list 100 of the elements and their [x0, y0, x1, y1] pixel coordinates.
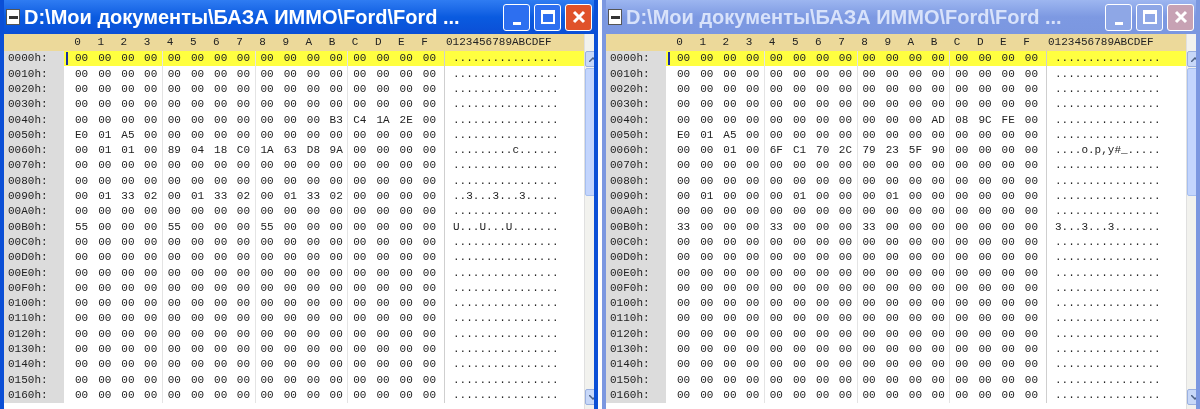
maximize-button[interactable] [1136, 3, 1163, 31]
hex-byte: 00 [699, 372, 715, 388]
hex-byte: 00 [97, 250, 113, 266]
hex-byte: 00 [189, 82, 206, 97]
hex-byte: 00 [722, 219, 738, 235]
hex-byte: 00 [861, 372, 877, 388]
hex-byte: 00 [74, 311, 90, 327]
close-button[interactable] [1167, 3, 1194, 31]
hex-byte: 00 [884, 296, 900, 312]
hex-byte: 00 [259, 326, 275, 342]
hex-byte: 00 [282, 112, 298, 128]
hex-byte: 00 [884, 66, 900, 82]
hex-byte: 00 [884, 204, 900, 220]
column-label: 2 [119, 35, 129, 51]
hex-byte: 00 [166, 250, 182, 266]
hex-byte: 00 [907, 280, 924, 296]
hex-byte: 00 [97, 234, 113, 250]
hex-byte: 00 [1000, 372, 1016, 388]
hex-byte: 00 [375, 204, 391, 220]
hex-byte: 00 [375, 189, 391, 204]
caret-up-icon [1190, 56, 1196, 62]
hex-byte: 00 [884, 265, 900, 281]
column-label: A [304, 35, 314, 51]
hex-byte: 00 [305, 82, 322, 97]
close-button[interactable] [565, 3, 592, 31]
hex-byte: 00 [722, 234, 738, 250]
hex-byte: 1A [259, 143, 275, 159]
hex-byte: 00 [421, 296, 437, 312]
hex-byte: 00 [305, 51, 322, 67]
hex-byte: 00 [305, 66, 322, 82]
hex-byte: 00 [375, 82, 391, 97]
hex-byte: 00 [74, 158, 90, 174]
hex-byte: 00 [213, 326, 229, 342]
hex-byte: 00 [421, 326, 437, 342]
hex-byte: 00 [791, 296, 808, 312]
hex-byte: 00 [74, 173, 90, 189]
hex-byte: 00 [1000, 387, 1016, 403]
hex-byte: 00 [74, 296, 90, 312]
hex-byte: 00 [282, 311, 298, 327]
hex-byte: 33 [768, 219, 784, 235]
hex-byte: 00 [1000, 189, 1016, 204]
hex-byte: 00 [1023, 326, 1039, 342]
hex-byte: 00 [305, 265, 322, 281]
hex-byte: 00 [97, 265, 113, 281]
row-offset: 0000h: [606, 51, 666, 67]
column-label: 0 [675, 35, 684, 51]
hex-byte: 00 [884, 311, 900, 327]
hex-byte: 00 [907, 265, 924, 281]
hex-byte: 00 [741, 219, 765, 235]
hex-byte: 00 [1023, 387, 1039, 403]
hex-byte: 00 [884, 234, 900, 250]
hex-byte: 00 [676, 342, 692, 357]
hex-byte: 00 [421, 311, 437, 327]
hex-byte: 00 [977, 234, 993, 250]
column-label: 1 [96, 35, 105, 51]
hex-byte: 00 [1023, 296, 1039, 312]
hex-byte: 00 [421, 204, 437, 220]
hex-byte: 00 [907, 127, 924, 143]
hex-byte: 00 [97, 280, 113, 296]
hex-byte: 00 [213, 112, 229, 128]
hex-byte: 00 [1023, 158, 1039, 174]
hex-byte: 00 [1000, 204, 1016, 220]
hex-byte: 00 [421, 66, 437, 82]
minimize-button[interactable] [1105, 3, 1132, 31]
hex-byte: 00 [722, 189, 738, 204]
hex-byte: 00 [699, 265, 715, 281]
hex-byte: 1A [375, 112, 391, 128]
hex-byte: 02 [325, 188, 349, 204]
hex-byte: 00 [884, 158, 900, 174]
hex-byte: 00 [815, 82, 831, 97]
hex-byte: 00 [927, 173, 951, 189]
hex-byte: 00 [213, 357, 229, 373]
hex-byte: 55 [74, 219, 90, 235]
hex-byte: 00 [927, 66, 951, 82]
hex-byte: 00 [259, 280, 275, 296]
hex-byte: 00 [834, 219, 858, 235]
hex-byte: 00 [884, 173, 900, 189]
hex-byte: 33 [305, 189, 322, 204]
hex-byte: 00 [189, 127, 206, 143]
hex-byte: 33 [861, 219, 877, 235]
hex-byte: 00 [977, 204, 993, 220]
hex-byte: 00 [768, 66, 784, 82]
row-offset: 00E0h: [4, 265, 64, 281]
hex-byte: 00 [213, 280, 229, 296]
minimize-button[interactable] [503, 3, 530, 31]
row-offset: 00F0h: [4, 280, 64, 296]
hex-byte: 00 [676, 387, 692, 403]
hex-byte: 00 [977, 219, 993, 235]
hex-byte: 00 [120, 173, 136, 189]
hex-byte: 01 [791, 189, 808, 204]
hex-byte: 00 [1023, 204, 1039, 220]
hex-byte: 00 [375, 66, 391, 82]
column-label: 7 [837, 35, 846, 51]
column-label: 9 [883, 35, 892, 51]
hex-byte: 00 [213, 219, 229, 235]
hex-byte: 00 [741, 326, 765, 342]
maximize-button[interactable] [534, 3, 561, 31]
column-label: 2 [721, 35, 731, 51]
hex-byte: 00 [352, 372, 368, 388]
hex-byte: 00 [305, 127, 322, 143]
